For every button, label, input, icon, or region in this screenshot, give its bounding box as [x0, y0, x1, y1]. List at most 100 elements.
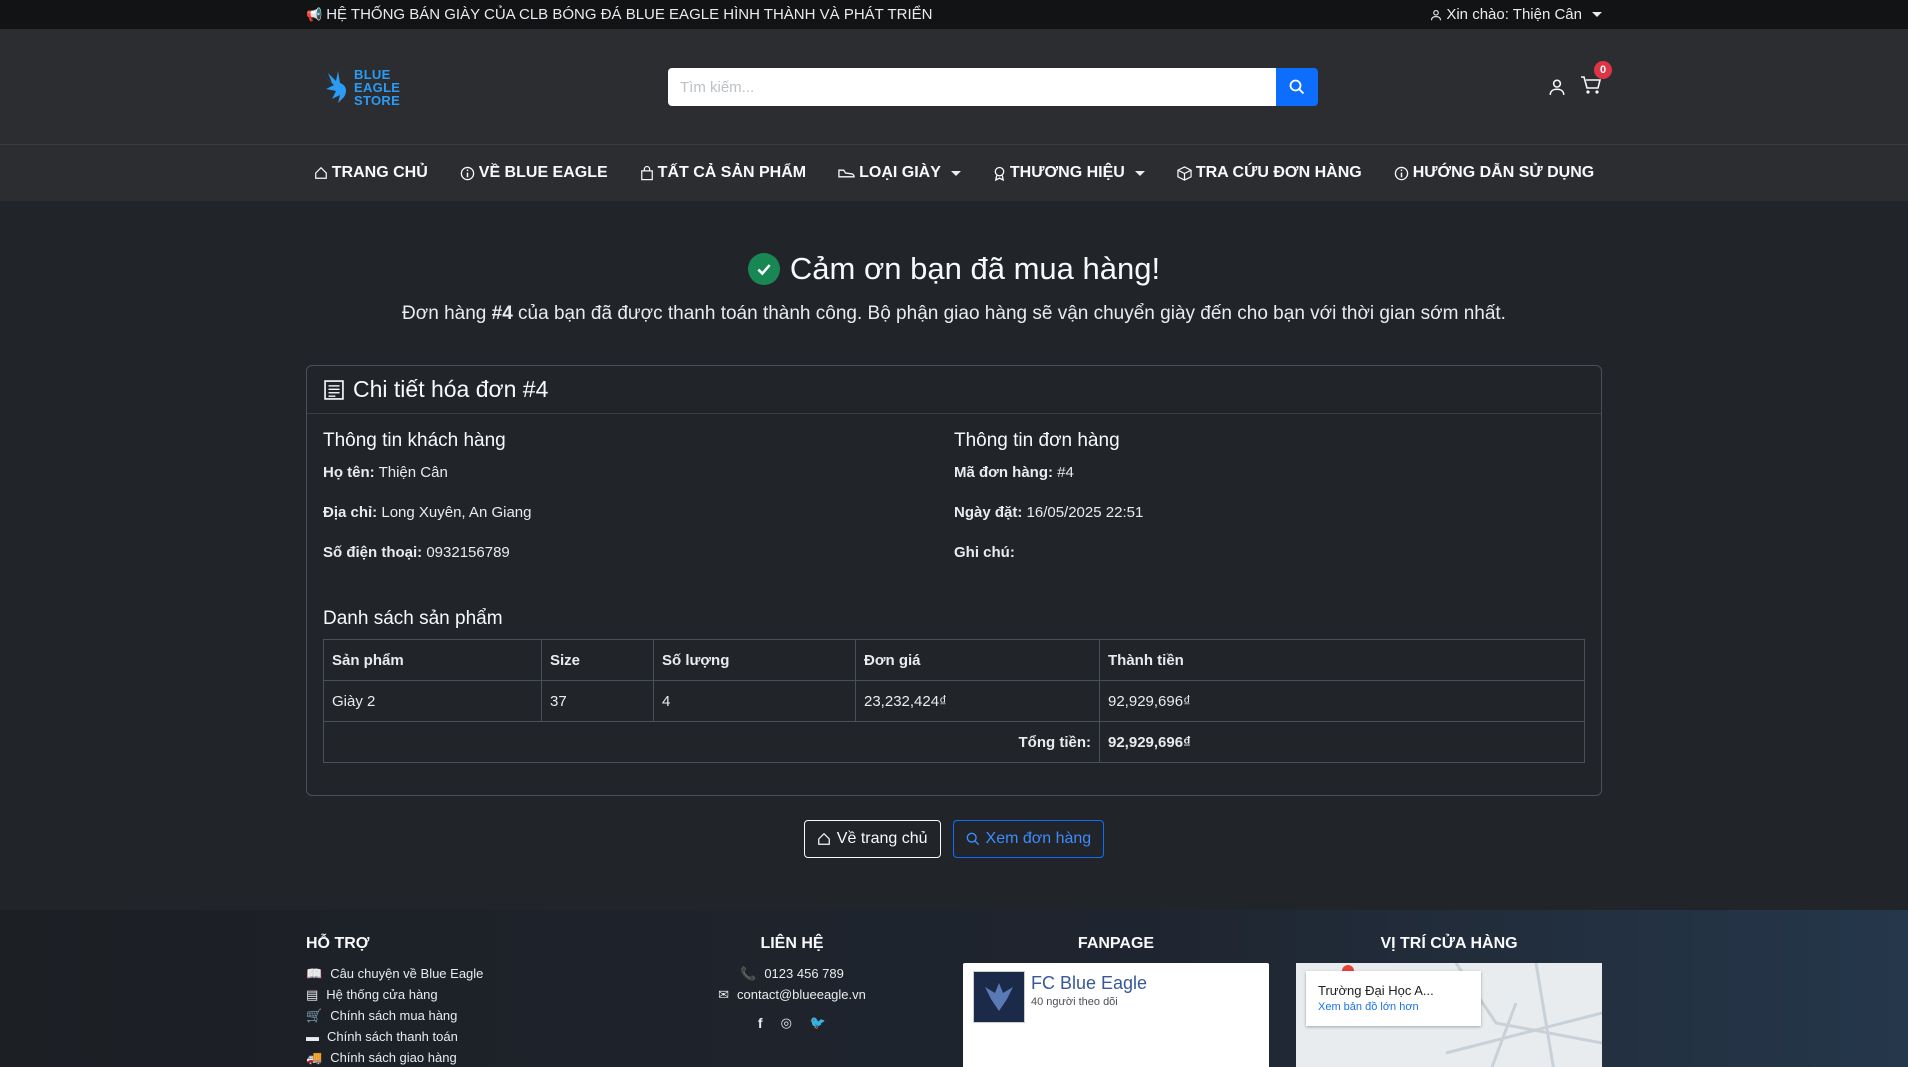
map-place-name: Trường Đại Học A... — [1318, 983, 1434, 998]
table-cell: Giày 2 — [323, 680, 542, 722]
total-value: 92,929,696₫ — [1099, 721, 1585, 763]
footer-support-title: HỖ TRỢ — [306, 935, 370, 952]
envelope-icon: ✉ — [718, 986, 730, 1002]
award-icon — [994, 166, 1005, 181]
back-home-button[interactable]: Về trang chủ — [803, 820, 941, 858]
search-input[interactable] — [668, 68, 1276, 106]
footer-contact: LIÊN HỆ 📞 0123 456 789 ✉ contact@blueeagle… — [630, 935, 954, 1067]
column-header: Size — [541, 639, 654, 681]
footer-fanpage: FANPAGE FC Blue Eagle 40 người theo dõi — [954, 935, 1278, 1067]
invoice-card: Chi tiết hóa đơn #4 Thông tin khách hàng… — [306, 365, 1602, 796]
table-row: Giày 2 37 4 23,232,424₫ 92,929,696₫ — [323, 680, 1585, 722]
fanpage-name[interactable]: FC Blue Eagle — [1031, 973, 1147, 994]
nav-item-shoe-types[interactable]: LOẠI GIÀY — [838, 164, 961, 182]
customer-phone: Số điện thoại: 0932156789 — [323, 544, 510, 561]
order-note: Ghi chú: — [954, 544, 1015, 561]
order-info: Thông tin đơn hàng Mã đơn hàng: #4 Ngày … — [954, 430, 1585, 584]
greeting-text: Xin chào: Thiện Cân — [1446, 6, 1582, 23]
check-circle-icon — [747, 253, 780, 285]
cart-icon: 🛒 — [306, 1007, 323, 1023]
megaphone-icon: 📢 — [306, 6, 323, 22]
footer-support: HỖ TRỢ 📖 Câu chuyện về Blue Eagle ▤ Hệ thố… — [306, 935, 630, 1067]
order-code: Mã đơn hàng: #4 — [954, 464, 1074, 481]
customer-info: Thông tin khách hàng Họ tên: Thiện Cân Đ… — [323, 430, 954, 584]
user-icon — [1431, 9, 1442, 20]
home-icon — [314, 166, 327, 179]
main-nav: TRANG CHỦ VỀ BLUE EAGLE TẤT CẢ SẢN PHẨM … — [0, 145, 1908, 201]
table-cell: 4 — [653, 680, 856, 722]
eagle-logo-icon — [320, 71, 347, 103]
truck-icon: 🚚 — [306, 1049, 323, 1065]
footer-link-story[interactable]: 📖 Câu chuyện về Blue Eagle — [306, 963, 630, 984]
search-button[interactable] — [1276, 68, 1318, 106]
search-bar — [668, 68, 1318, 106]
account-icon[interactable] — [1548, 78, 1566, 96]
twitter-icon[interactable]: 🐦 — [810, 1015, 826, 1031]
search-icon — [1289, 79, 1305, 95]
fanpage-widget[interactable]: FC Blue Eagle 40 người theo dõi — [963, 963, 1269, 1067]
thank-you-message: Đơn hàng #4 của bạn đã được thanh toán t… — [402, 303, 1506, 324]
footer-link-shipping-policy[interactable]: 🚚 Chính sách giao hàng — [306, 1047, 630, 1067]
footer-link-purchase-policy[interactable]: 🛒 Chính sách mua hàng — [306, 1005, 630, 1026]
info-icon — [1394, 166, 1408, 180]
announcement: 📢 HỆ THỐNG BÁN GIÀY CỦA CLB BÓNG ĐÁ BLUE… — [306, 6, 932, 23]
column-header: Thành tiền — [1099, 639, 1585, 681]
column-header: Sản phẩm — [323, 639, 542, 681]
invoice-title: Chi tiết hóa đơn #4 — [353, 376, 549, 402]
footer-phone[interactable]: 📞 0123 456 789 — [630, 963, 954, 984]
cart-button[interactable]: 0 — [1580, 60, 1612, 100]
chevron-down-icon — [1134, 170, 1145, 176]
nav-item-guide[interactable]: HƯỚNG DẪN SỬ DỤNG — [1394, 164, 1594, 182]
footer-contact-title: LIÊN HỆ — [760, 935, 824, 952]
column-header: Số lượng — [653, 639, 856, 681]
main-content: Cảm ơn bạn đã mua hàng! Đơn hàng #4 của … — [0, 201, 1908, 858]
map-larger-link[interactable]: Xem bản đồ lớn hơn — [1318, 1001, 1469, 1013]
customer-name: Họ tên: Thiện Cân — [323, 464, 448, 481]
cart-count-badge: 0 — [1594, 60, 1612, 79]
shoe-icon — [838, 169, 855, 178]
nav-item-brands[interactable]: THƯƠNG HIỆU — [993, 164, 1145, 182]
social-links: f ◎ 🐦 — [630, 1015, 954, 1031]
receipt-icon — [324, 379, 344, 400]
footer-link-stores[interactable]: ▤ Hệ thống cửa hàng — [306, 984, 630, 1005]
invoice-header: Chi tiết hóa đơn #4 — [307, 366, 1601, 414]
header-icons: 0 — [1548, 60, 1612, 100]
store-map[interactable]: Trường Đại Học A... Xem bản đồ lớn hơn — [1296, 963, 1602, 1067]
products-heading: Danh sách sản phẩm — [323, 608, 503, 629]
thank-you-section: Cảm ơn bạn đã mua hàng! Đơn hàng #4 của … — [306, 251, 1602, 325]
phone-icon: 📞 — [740, 965, 757, 981]
order-info-heading: Thông tin đơn hàng — [954, 430, 1120, 451]
instagram-icon[interactable]: ◎ — [781, 1015, 792, 1031]
order-date: Ngày đặt: 16/05/2025 22:51 — [954, 504, 1144, 521]
nav-item-order-lookup[interactable]: TRA CỨU ĐƠN HÀNG — [1177, 164, 1362, 182]
thank-you-title: Cảm ơn bạn đã mua hàng! — [306, 251, 1602, 287]
chevron-down-icon — [950, 170, 961, 176]
box-icon — [1177, 165, 1192, 181]
card-icon: ▬ — [306, 1029, 319, 1044]
logo-text: BLUE EAGLE STORE — [354, 66, 401, 108]
nav-item-home[interactable]: TRANG CHỦ — [314, 164, 428, 182]
logo[interactable]: BLUE EAGLE STORE — [318, 68, 668, 107]
customer-address: Địa chỉ: Long Xuyên, An Giang — [323, 504, 532, 521]
map-info-card: Trường Đại Học A... Xem bản đồ lớn hơn — [1306, 971, 1481, 1026]
fanpage-followers: 40 người theo dõi — [1031, 996, 1118, 1008]
nav-item-all-products[interactable]: TẤT CẢ SẢN PHẨM — [640, 164, 806, 182]
products-table: Sản phẩm Size Số lượng Đơn giá Thành tiề… — [323, 639, 1585, 763]
footer-email[interactable]: ✉ contact@blueeagle.vn — [630, 984, 954, 1005]
info-icon — [460, 166, 475, 180]
user-menu[interactable]: Xin chào: Thiện Cân — [1430, 6, 1602, 23]
table-cell: 92,929,696₫ — [1099, 680, 1585, 722]
table-cell: 37 — [541, 680, 654, 722]
facebook-icon[interactable]: f — [758, 1015, 763, 1031]
table-cell: 23,232,424₫ — [855, 680, 1100, 722]
search-icon — [966, 832, 979, 846]
home-icon — [817, 832, 830, 845]
action-buttons: Về trang chủ Xem đơn hàng — [306, 820, 1602, 858]
view-orders-button[interactable]: Xem đơn hàng — [952, 820, 1105, 858]
nav-item-about[interactable]: VỀ BLUE EAGLE — [460, 164, 608, 182]
footer-link-payment-policy[interactable]: ▬ Chính sách thanh toán — [306, 1026, 630, 1047]
top-bar: 📢 HỆ THỐNG BÁN GIÀY CỦA CLB BÓNG ĐÁ BLUE… — [0, 0, 1908, 29]
footer-fanpage-title: FANPAGE — [1077, 935, 1155, 952]
footer-location: VỊ TRÍ CỬA HÀNG Trường Đại Học A... Xem … — [1278, 935, 1602, 1067]
footer-location-title: VỊ TRÍ CỬA HÀNG — [1380, 935, 1518, 952]
